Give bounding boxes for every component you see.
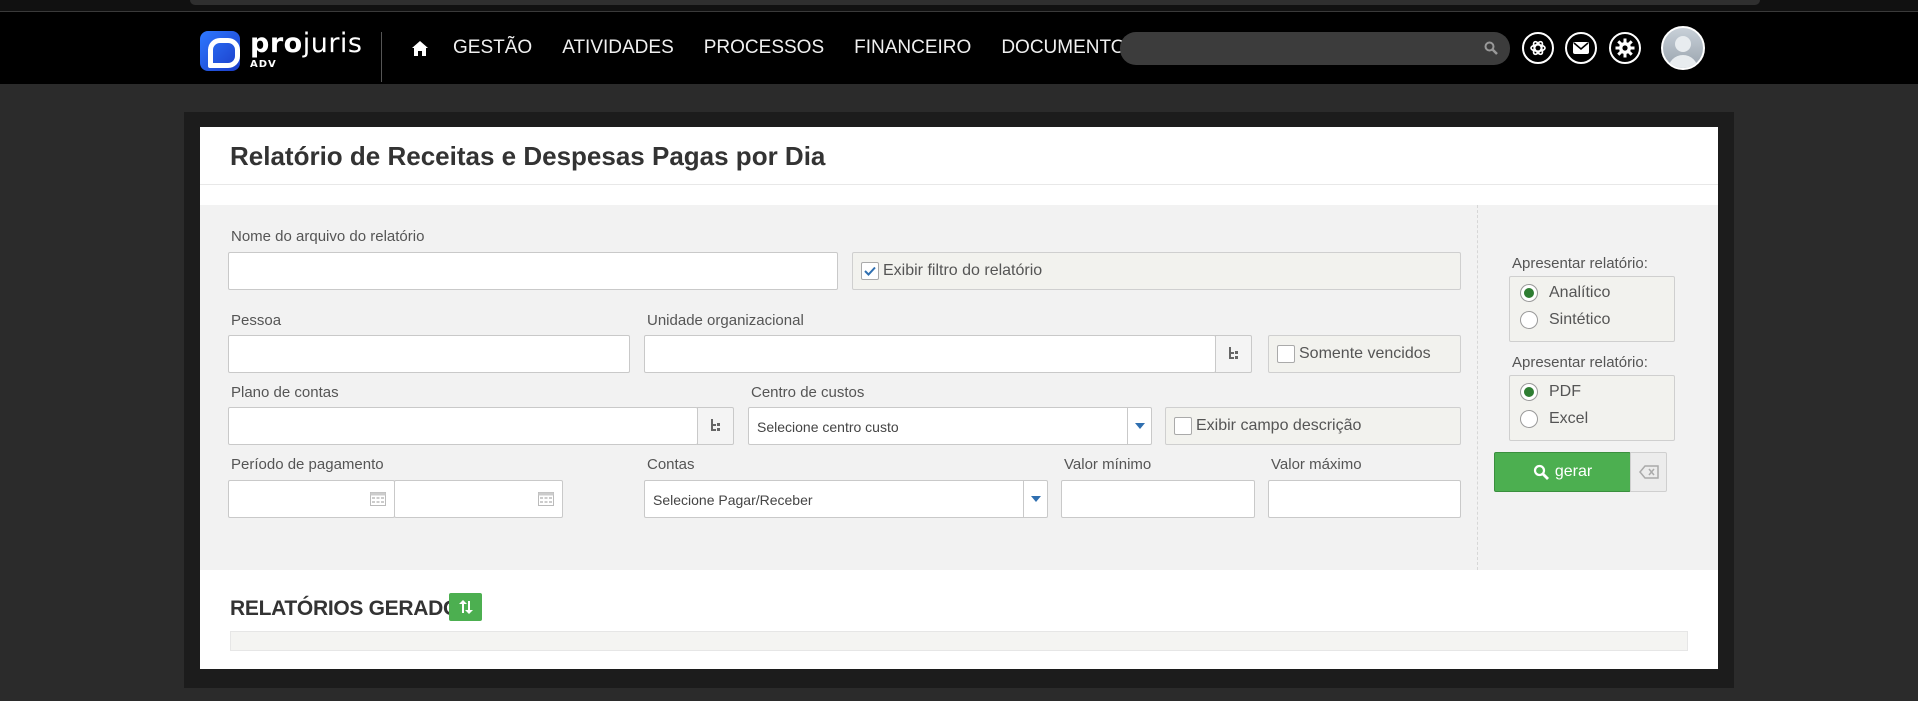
pessoa-field (228, 335, 630, 373)
mail-icon[interactable] (1565, 32, 1597, 64)
search-icon (1533, 464, 1549, 480)
centro-custos-select[interactable]: Selecione centro custo (748, 407, 1152, 445)
gerar-button[interactable]: gerar (1494, 452, 1631, 492)
logo-text: projuris ADV (250, 28, 363, 70)
clear-button[interactable] (1630, 452, 1667, 492)
tree-icon (710, 419, 720, 431)
somente-vencidos-label: Somente vencidos (1299, 345, 1431, 362)
nav-item-documentos[interactable]: DOCUMENTOS (1001, 37, 1138, 59)
radio-label: Excel (1549, 410, 1589, 427)
report-panel: Relatório de Receitas e Despesas Pagas p… (200, 127, 1718, 669)
user-avatar[interactable] (1661, 26, 1705, 70)
search-input[interactable] (1120, 32, 1510, 65)
radio-pdf[interactable]: PDF (1520, 383, 1581, 401)
chatgpt-icon[interactable] (1522, 32, 1554, 64)
settings-gear-icon[interactable] (1609, 32, 1641, 64)
somente-vencidos-checkbox[interactable] (1277, 345, 1295, 363)
periodo-label: Período de pagamento (231, 456, 384, 473)
nome-arquivo-field (228, 252, 838, 290)
centro-custos-value: Selecione centro custo (757, 419, 899, 435)
logo-name: projuris (250, 28, 363, 59)
radio-button[interactable] (1520, 383, 1538, 401)
radio-button[interactable] (1520, 284, 1538, 302)
valor-minimo-input[interactable] (1062, 481, 1254, 517)
home-icon[interactable] (405, 33, 435, 63)
chevron-down-icon[interactable] (1127, 408, 1151, 444)
page-title: Relatório de Receitas e Despesas Pagas p… (230, 141, 826, 171)
chevron-down-icon[interactable] (1023, 481, 1047, 517)
nav-item-financeiro[interactable]: FINANCEIRO (854, 37, 971, 59)
header-divider (381, 32, 382, 82)
relatorios-gerados-title: RELATÓRIOS GERADOS (230, 597, 473, 620)
radio-label: PDF (1549, 383, 1581, 400)
somente-vencidos-box[interactable]: Somente vencidos (1268, 335, 1461, 373)
contas-label: Contas (647, 456, 695, 473)
gerar-label: gerar (1554, 463, 1593, 480)
nav-item-gestao[interactable]: GESTÃO (453, 37, 532, 59)
top-strip-bar (190, 0, 1760, 5)
projuris-logo[interactable]: projuris ADV (200, 28, 363, 71)
nome-arquivo-input[interactable] (229, 253, 837, 289)
main-nav: GESTÃO ATIVIDADES PROCESSOS FINANCEIRO D… (405, 12, 1168, 84)
pessoa-label: Pessoa (231, 312, 282, 329)
title-divider (200, 184, 1718, 185)
app-header: projuris ADV GESTÃO ATIVIDADES PROCESSOS… (0, 12, 1918, 84)
exibir-filtro-checkbox[interactable] (861, 262, 879, 280)
valor-maximo-field (1268, 480, 1461, 518)
radio-label: Sintético (1549, 311, 1611, 328)
nav-item-processos[interactable]: PROCESSOS (704, 37, 824, 59)
contas-select[interactable]: Selecione Pagar/Receber (644, 480, 1048, 518)
radio-sintetico[interactable]: Sintético (1520, 311, 1610, 329)
unidade-tree-button[interactable] (1215, 335, 1252, 373)
periodo-fim-field (394, 480, 563, 518)
unidade-input[interactable] (645, 336, 1215, 372)
radio-label: Analítico (1549, 284, 1611, 301)
nav-item-atividades[interactable]: ATIVIDADES (562, 37, 674, 59)
periodo-inicio-field (228, 480, 395, 518)
valor-minimo-label: Valor mínimo (1064, 456, 1152, 473)
contas-value: Selecione Pagar/Receber (653, 492, 813, 508)
tipo-relatorio-label: Apresentar relatório: (1512, 255, 1648, 272)
relatorios-gerados-table (230, 631, 1688, 651)
radio-button[interactable] (1520, 410, 1538, 428)
unidade-label: Unidade organizacional (647, 312, 804, 329)
search-icon[interactable] (1484, 40, 1498, 59)
pessoa-input[interactable] (229, 336, 629, 372)
projuris-logo-mark-icon (200, 31, 240, 71)
plano-contas-label: Plano de contas (231, 384, 339, 401)
plano-contas-tree-button[interactable] (697, 407, 734, 445)
plano-contas-input[interactable] (229, 408, 697, 444)
exibir-descricao-label: Exibir campo descrição (1196, 417, 1362, 434)
formato-relatorio-group: PDF Excel (1509, 375, 1675, 441)
formato-relatorio-label: Apresentar relatório: (1512, 354, 1648, 371)
exibir-filtro-box[interactable]: Exibir filtro do relatório (852, 252, 1461, 290)
browser-top-strip (0, 0, 1918, 12)
radio-button[interactable] (1520, 311, 1538, 329)
logo-subtitle: ADV (250, 59, 277, 70)
exibir-filtro-label: Exibir filtro do relatório (883, 262, 1043, 279)
valor-minimo-field (1061, 480, 1255, 518)
sort-arrows-icon (458, 600, 473, 614)
sort-button[interactable] (449, 593, 482, 621)
radio-excel[interactable]: Excel (1520, 410, 1588, 428)
radio-analitico[interactable]: Analítico (1520, 284, 1610, 302)
nome-arquivo-label: Nome do arquivo do relatório (231, 228, 425, 245)
calendar-icon[interactable] (370, 491, 386, 510)
plano-contas-field (228, 407, 698, 445)
valor-maximo-label: Valor máximo (1271, 456, 1362, 473)
backspace-icon (1638, 465, 1659, 479)
calendar-icon[interactable] (538, 491, 554, 510)
exibir-descricao-box[interactable]: Exibir campo descrição (1165, 407, 1461, 445)
centro-custos-label: Centro de custos (751, 384, 865, 401)
valor-maximo-input[interactable] (1269, 481, 1460, 517)
tipo-relatorio-group: Analítico Sintético (1509, 276, 1675, 342)
tree-icon (1228, 347, 1238, 359)
unidade-field (644, 335, 1216, 373)
exibir-descricao-checkbox[interactable] (1174, 417, 1192, 435)
search-box (1120, 32, 1510, 65)
periodo-fim-input[interactable] (395, 481, 562, 517)
